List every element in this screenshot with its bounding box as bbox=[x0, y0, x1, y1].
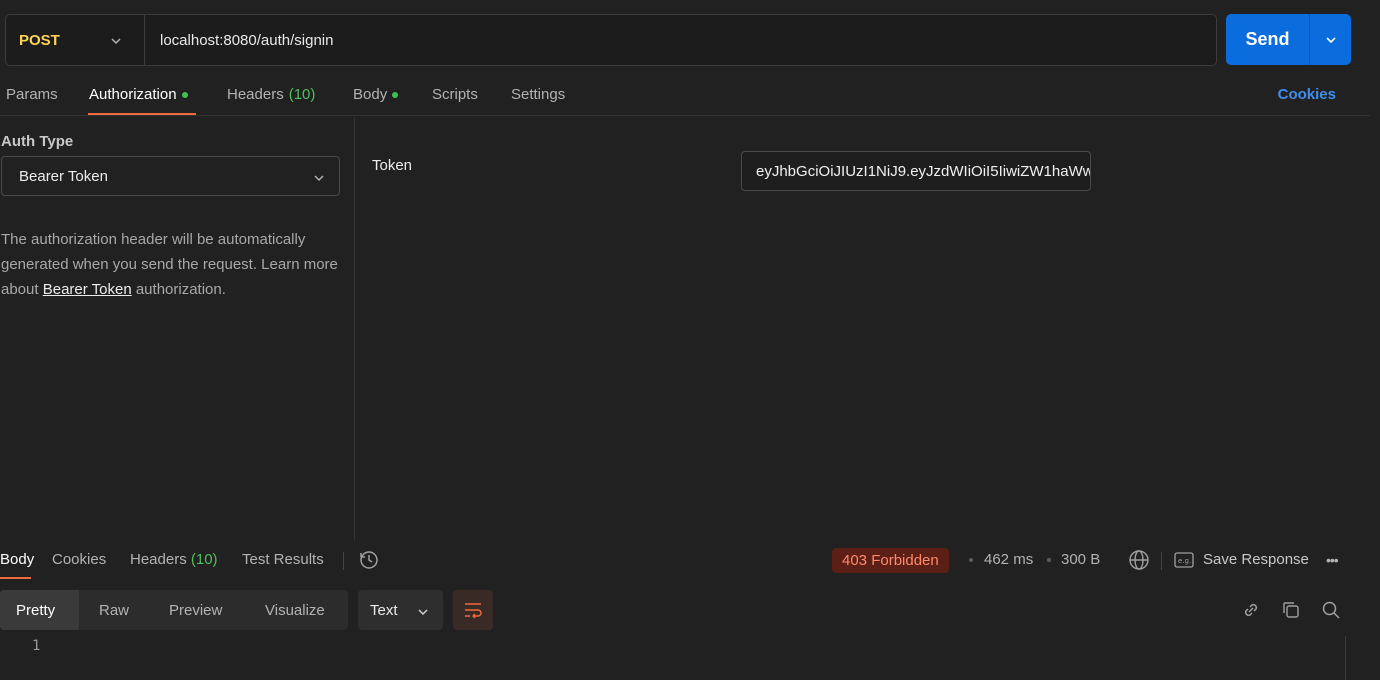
divider bbox=[343, 552, 344, 570]
wrap-lines-icon bbox=[465, 603, 482, 619]
response-tab-test-results[interactable]: Test Results bbox=[242, 551, 324, 568]
link-icon[interactable] bbox=[1241, 600, 1261, 624]
headers-count: (10) bbox=[190, 551, 218, 568]
globe-icon[interactable] bbox=[1128, 549, 1150, 575]
chevron-down-icon bbox=[1325, 36, 1336, 43]
auth-type-select[interactable]: Bearer Token bbox=[1, 156, 340, 196]
copy-icon[interactable] bbox=[1281, 600, 1301, 624]
save-response-button[interactable]: Save Response bbox=[1203, 551, 1309, 568]
save-example-icon: e.g. bbox=[1174, 551, 1194, 573]
format-select[interactable]: Text bbox=[358, 590, 443, 630]
auth-type-label: Auth Type bbox=[1, 133, 74, 150]
separator-dot bbox=[1047, 558, 1051, 562]
bearer-token-link[interactable]: Bearer Token bbox=[43, 281, 132, 298]
tab-body[interactable]: Body bbox=[353, 86, 399, 103]
tab-label: Params bbox=[6, 86, 58, 103]
tab-headers[interactable]: Headers (10) bbox=[227, 86, 315, 103]
send-button[interactable]: Send bbox=[1226, 14, 1310, 65]
search-icon[interactable] bbox=[1321, 600, 1341, 624]
auth-desc-text: authorization. bbox=[131, 281, 226, 298]
view-preview[interactable]: Preview bbox=[169, 590, 222, 630]
divider bbox=[1161, 552, 1162, 570]
cookies-link[interactable]: Cookies bbox=[1278, 86, 1336, 103]
auth-type-value: Bearer Token bbox=[19, 167, 108, 185]
send-button-group: Send bbox=[1226, 14, 1351, 65]
tab-label: Headers bbox=[227, 86, 284, 103]
view-pretty[interactable]: Pretty bbox=[0, 590, 79, 630]
separator-dot bbox=[969, 558, 973, 562]
active-tab-indicator bbox=[88, 113, 196, 115]
chevron-down-icon bbox=[110, 34, 122, 51]
request-tabs: Params Authorization Headers (10) Body Sc… bbox=[0, 80, 1370, 116]
modified-dot bbox=[392, 91, 399, 98]
view-visualize[interactable]: Visualize bbox=[265, 590, 325, 630]
method-label: POST bbox=[19, 31, 60, 49]
more-options-icon[interactable]: ••• bbox=[1326, 552, 1339, 568]
tab-label: Authorization bbox=[89, 86, 177, 103]
response-time[interactable]: 462 ms bbox=[984, 551, 1033, 568]
view-mode-selector: Pretty Raw Preview Visualize bbox=[0, 590, 348, 630]
auth-type-panel: Auth Type Bearer Token The authorization… bbox=[0, 117, 355, 540]
url-bar: POST localhost:8080/auth/signin bbox=[5, 14, 1217, 66]
headers-count: (10) bbox=[288, 86, 316, 103]
tab-params[interactable]: Params bbox=[6, 86, 58, 103]
token-label: Token bbox=[372, 157, 413, 174]
method-select[interactable]: POST bbox=[6, 15, 145, 65]
status-badge[interactable]: 403 Forbidden bbox=[832, 548, 949, 573]
response-size[interactable]: 300 B bbox=[1061, 551, 1100, 568]
history-icon[interactable] bbox=[358, 549, 380, 575]
response-bar: Body Cookies Headers (10) Test Results 4… bbox=[0, 540, 1370, 580]
response-tab-cookies[interactable]: Cookies bbox=[52, 551, 106, 568]
response-tab-body[interactable]: Body bbox=[0, 551, 34, 568]
tab-label: Scripts bbox=[432, 86, 478, 103]
tab-authorization[interactable]: Authorization bbox=[89, 86, 188, 103]
line-number: 1 bbox=[32, 638, 41, 654]
editor-scrollbar[interactable] bbox=[1345, 636, 1346, 680]
modified-dot bbox=[181, 91, 188, 98]
tab-label: Body bbox=[353, 86, 388, 103]
svg-text:e.g.: e.g. bbox=[1178, 557, 1191, 565]
tab-scripts[interactable]: Scripts bbox=[432, 86, 478, 103]
view-raw[interactable]: Raw bbox=[99, 590, 129, 630]
tab-settings[interactable]: Settings bbox=[511, 86, 565, 103]
token-input[interactable]: eyJhbGciOiJIUzI1NiJ9.eyJzdWIiOiI5IiwiZW1… bbox=[741, 151, 1091, 191]
url-input[interactable]: localhost:8080/auth/signin bbox=[145, 32, 333, 49]
active-tab-indicator bbox=[0, 577, 31, 579]
chevron-down-icon bbox=[417, 605, 429, 622]
tab-label: Headers bbox=[130, 551, 187, 568]
format-value: Text bbox=[370, 601, 398, 619]
wrap-lines-button[interactable] bbox=[453, 590, 493, 630]
tab-label: Settings bbox=[511, 86, 566, 103]
auth-description: The authorization header will be automat… bbox=[1, 227, 341, 302]
chevron-down-icon bbox=[313, 171, 325, 188]
send-options-button[interactable] bbox=[1310, 14, 1351, 65]
response-tab-headers[interactable]: Headers (10) bbox=[130, 551, 218, 568]
